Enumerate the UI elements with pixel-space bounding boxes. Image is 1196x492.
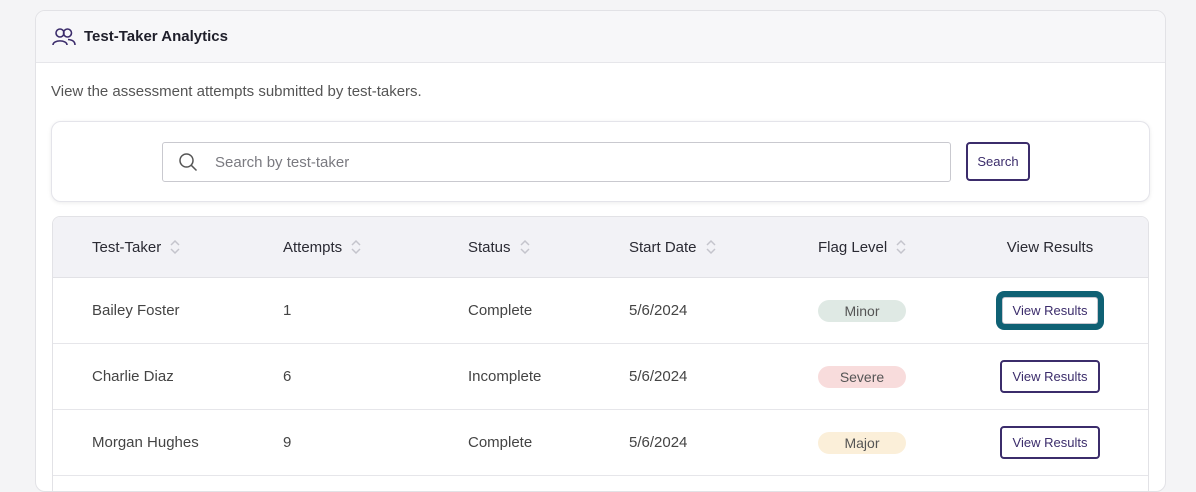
search-input[interactable] <box>213 152 917 172</box>
search-icon <box>177 151 199 173</box>
cell-test-taker: Morgan Hughes <box>92 434 199 451</box>
column-label: Status <box>468 238 511 256</box>
table-row: Bailey Foster 1 Complete 5/6/2024 Minor … <box>53 278 1148 344</box>
users-icon <box>52 27 76 47</box>
column-label: Test-Taker <box>92 238 162 256</box>
search-box[interactable] <box>162 142 951 182</box>
cell-status: Complete <box>468 434 533 451</box>
cell-status: Incomplete <box>468 368 542 385</box>
cell-attempts: 1 <box>283 302 292 319</box>
table-row: Charlie Diaz 6 Incomplete 5/6/2024 Sever… <box>53 344 1148 410</box>
column-header-flag-level[interactable]: Flag Level <box>818 217 907 277</box>
cell-view-results: View Results <box>960 344 1140 409</box>
table-header: Test-Taker Attempts Status Start Date Fl… <box>53 217 1148 278</box>
view-results-button[interactable]: View Results <box>1002 297 1098 324</box>
analytics-card: Test-Taker Analytics View the assessment… <box>35 10 1166 492</box>
column-label: Attempts <box>283 238 343 256</box>
cell-view-results: View Results <box>960 278 1140 343</box>
cell-start-date: 5/6/2024 <box>629 434 688 451</box>
column-header-start-date[interactable]: Start Date <box>629 217 717 277</box>
column-header-test-taker[interactable]: Test-Taker <box>92 217 181 277</box>
column-label: Flag Level <box>818 238 888 256</box>
card-header: Test-Taker Analytics <box>36 11 1165 63</box>
cell-flag-level: Severe <box>818 344 906 409</box>
flag-badge-severe: Severe <box>818 365 906 388</box>
search-panel: Search <box>51 121 1150 202</box>
cell-attempts: 9 <box>283 434 292 451</box>
sort-icon[interactable] <box>169 237 181 257</box>
cell-view-results: View Results <box>960 410 1140 475</box>
results-table: Test-Taker Attempts Status Start Date Fl… <box>52 216 1149 491</box>
view-results-button[interactable]: View Results <box>1000 360 1100 393</box>
column-header-attempts[interactable]: Attempts <box>283 217 362 277</box>
flag-badge-minor: Minor <box>818 299 906 322</box>
view-results-button[interactable]: View Results <box>1000 426 1100 459</box>
cell-flag-level: Minor <box>818 278 906 343</box>
cell-attempts: 6 <box>283 368 292 385</box>
cell-test-taker: Bailey Foster <box>92 302 180 319</box>
cell-flag-level: Major <box>818 410 906 475</box>
page-title: Test-Taker Analytics <box>84 28 228 45</box>
column-header-view-results: View Results <box>960 217 1140 277</box>
sort-icon[interactable] <box>705 237 717 257</box>
page-description: View the assessment attempts submitted b… <box>51 83 422 100</box>
column-label: Start Date <box>629 238 697 256</box>
sort-icon[interactable] <box>350 237 362 257</box>
cell-start-date: 5/6/2024 <box>629 368 688 385</box>
sort-icon[interactable] <box>519 237 531 257</box>
cell-test-taker: Charlie Diaz <box>92 368 174 385</box>
cell-start-date: 5/6/2024 <box>629 302 688 319</box>
column-label: View Results <box>1006 238 1094 256</box>
table-row: Morgan Hughes 9 Complete 5/6/2024 Major … <box>53 410 1148 476</box>
search-button[interactable]: Search <box>966 142 1030 181</box>
flag-badge-major: Major <box>818 431 906 454</box>
sort-icon[interactable] <box>895 237 907 257</box>
column-header-status[interactable]: Status <box>468 217 531 277</box>
cell-status: Complete <box>468 302 533 319</box>
